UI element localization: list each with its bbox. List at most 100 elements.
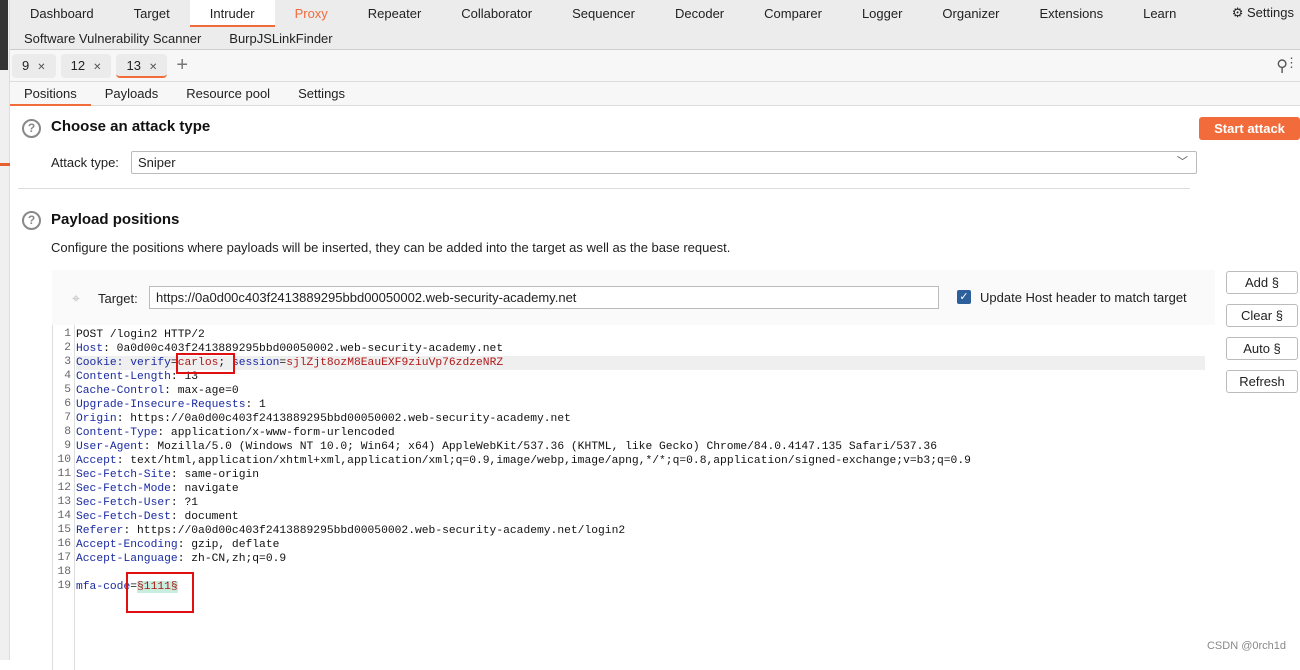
attack-tabs: 9 ✕ 12 ✕ 13 ✕ + ⚲ ⋮	[10, 50, 1300, 82]
request-token: : zh-CN,zh;q=0.9	[177, 553, 287, 565]
update-host-label: Update Host header to match target	[980, 290, 1187, 305]
help-icon[interactable]: ?	[22, 119, 41, 138]
nav-tab-organizer[interactable]: Organizer	[922, 0, 1019, 27]
attack-tab[interactable]: 13 ✕	[116, 53, 168, 78]
clear-markers-button[interactable]: Clear §	[1226, 304, 1298, 327]
line-number: 2	[64, 342, 71, 354]
request-token: : ?1	[170, 497, 199, 509]
sub-tab-settings[interactable]: Settings	[284, 82, 359, 106]
request-token: : gzip, deflate	[177, 539, 280, 551]
line-number: 11	[57, 468, 71, 480]
request-line: Origin: https://0a0d00c403f2413889295bbd…	[76, 412, 1205, 426]
annotation-box	[126, 572, 194, 613]
auto-markers-button[interactable]: Auto §	[1226, 337, 1298, 360]
window-edge	[0, 0, 10, 660]
request-line: Sec-Fetch-User: ?1	[76, 496, 1205, 510]
nav-tab-decoder[interactable]: Decoder	[655, 0, 744, 27]
sub-tab-positions[interactable]: Positions	[10, 82, 91, 106]
positions-panel: ? Choose an attack type Start attack Att…	[18, 107, 1300, 670]
attack-tab[interactable]: 12 ✕	[60, 53, 112, 78]
watermark: CSDN @0rch1d	[1206, 640, 1286, 652]
nav-tab-proxy[interactable]: Proxy	[275, 0, 348, 27]
request-token: : https://0a0d00c403f2413889295bbd000500…	[116, 413, 571, 425]
request-token: : application/x-www-form-urlencoded	[157, 427, 395, 439]
attack-tab-label: 12	[70, 57, 86, 73]
attack-type-select[interactable]: Sniper ﹀	[131, 151, 1197, 174]
line-number: 9	[64, 440, 71, 452]
line-number: 18	[57, 566, 71, 578]
request-text[interactable]: 1 POST /login2 HTTP/2 2 Host: 0a0d00c403f24…	[52, 325, 1215, 670]
request-line: Sec-Fetch-Site: same-origin	[76, 468, 1205, 482]
line-number: 16	[57, 538, 71, 550]
payload-positions-description: Configure the positions where payloads w…	[51, 240, 731, 255]
line-number: 7	[64, 412, 71, 424]
annotation-box	[176, 353, 235, 374]
nav-tab-intruder[interactable]: Intruder	[189, 0, 275, 27]
request-token: Cache-Control	[76, 385, 165, 397]
help-icon[interactable]: ?	[22, 211, 41, 230]
payload-positions-title: Payload positions	[51, 211, 180, 228]
gear-icon: ⚙	[1231, 5, 1244, 20]
request-line: Content-Type: application/x-www-form-url…	[76, 426, 1205, 440]
request-line: POST /login2 HTTP/2	[76, 328, 1205, 342]
sub-tabs: Positions Payloads Resource pool Settings	[10, 82, 1300, 106]
position-buttons: Add § Clear § Auto § Refresh	[1226, 271, 1298, 403]
request-token: : 1	[245, 399, 266, 411]
request-line: mfa-code=§1111§	[76, 580, 1205, 594]
settings-button[interactable]: ⚙ Settings	[1232, 5, 1294, 21]
sub-tab-payloads[interactable]: Payloads	[91, 82, 172, 106]
request-editor: ⌖ Target: https://0a0d00c403f2413889295b…	[52, 270, 1215, 670]
sub-tab-resource-pool[interactable]: Resource pool	[172, 82, 284, 106]
nav-tab-logger[interactable]: Logger	[842, 0, 922, 27]
close-icon[interactable]: ✕	[37, 62, 45, 73]
attack-type-label: Attack type:	[51, 155, 119, 170]
main-nav: Dashboard Target Intruder Proxy Repeater Coll…	[10, 0, 1300, 27]
line-number: 12	[57, 482, 71, 494]
request-token: sjlZjt8ozM8EauEXF9ziuVp76zdzeNRZ	[286, 357, 504, 369]
refresh-button[interactable]: Refresh	[1226, 370, 1298, 393]
close-icon[interactable]: ✕	[149, 62, 157, 73]
line-number: 19	[57, 580, 71, 592]
nav-ext-tab[interactable]: Software Vulnerability Scanner	[10, 31, 215, 46]
nav-tab-collaborator[interactable]: Collaborator	[441, 0, 552, 27]
request-token: : max-age=0	[164, 385, 239, 397]
request-line: Upgrade-Insecure-Requests: 1	[76, 398, 1205, 412]
update-host-checkbox[interactable]: ✓	[957, 290, 971, 304]
extension-nav: Software Vulnerability Scanner BurpJSLink…	[10, 27, 1300, 50]
attack-tab[interactable]: 9 ✕	[12, 53, 56, 78]
plus-icon[interactable]: +	[176, 54, 188, 77]
start-attack-button[interactable]: Start attack	[1199, 117, 1300, 140]
close-icon[interactable]: ✕	[93, 62, 101, 73]
request-token: Sec-Fetch-Mode	[76, 483, 171, 495]
request-token: Sec-Fetch-User	[76, 497, 171, 509]
target-input[interactable]: https://0a0d00c403f2413889295bbd00050002…	[149, 286, 939, 309]
request-token: Content-Type	[76, 427, 158, 439]
nav-tab-sequencer[interactable]: Sequencer	[552, 0, 655, 27]
attack-type-title: Choose an attack type	[51, 118, 211, 135]
request-line: Content-Length: 13	[76, 370, 1205, 384]
request-token: : same-origin	[170, 469, 260, 481]
target-row: ⌖ Target: https://0a0d00c403f2413889295b…	[52, 270, 1215, 325]
nav-tab-extensions[interactable]: Extensions	[1020, 0, 1124, 27]
more-icon[interactable]: ⋮	[1285, 55, 1298, 71]
request-token: : 0a0d00c403f2413889295bbd00050002.web-s…	[103, 343, 504, 355]
nav-tab-comparer[interactable]: Comparer	[744, 0, 842, 27]
nav-tab-dashboard[interactable]: Dashboard	[10, 0, 114, 27]
request-line: Host: 0a0d00c403f2413889295bbd00050002.w…	[76, 342, 1205, 356]
attack-tab-label: 13	[126, 57, 141, 73]
request-token: Referer	[76, 525, 124, 537]
nav-tab-target[interactable]: Target	[114, 0, 190, 27]
nav-tab-repeater[interactable]: Repeater	[348, 0, 441, 27]
request-line	[76, 566, 1205, 580]
nav-tab-learn[interactable]: Learn	[1123, 0, 1196, 27]
request-line: Cache-Control: max-age=0	[76, 384, 1205, 398]
chevron-down-icon: ﹀	[1177, 156, 1188, 168]
line-number: 5	[64, 384, 71, 396]
request-token: : document	[170, 511, 239, 523]
nav-ext-tab[interactable]: BurpJSLinkFinder	[215, 31, 346, 46]
add-marker-button[interactable]: Add §	[1226, 271, 1298, 294]
attack-tab-label: 9	[22, 57, 30, 73]
request-token: Host	[76, 343, 104, 355]
line-number: 10	[57, 454, 71, 466]
request-line: Accept-Encoding: gzip, deflate	[76, 538, 1205, 552]
